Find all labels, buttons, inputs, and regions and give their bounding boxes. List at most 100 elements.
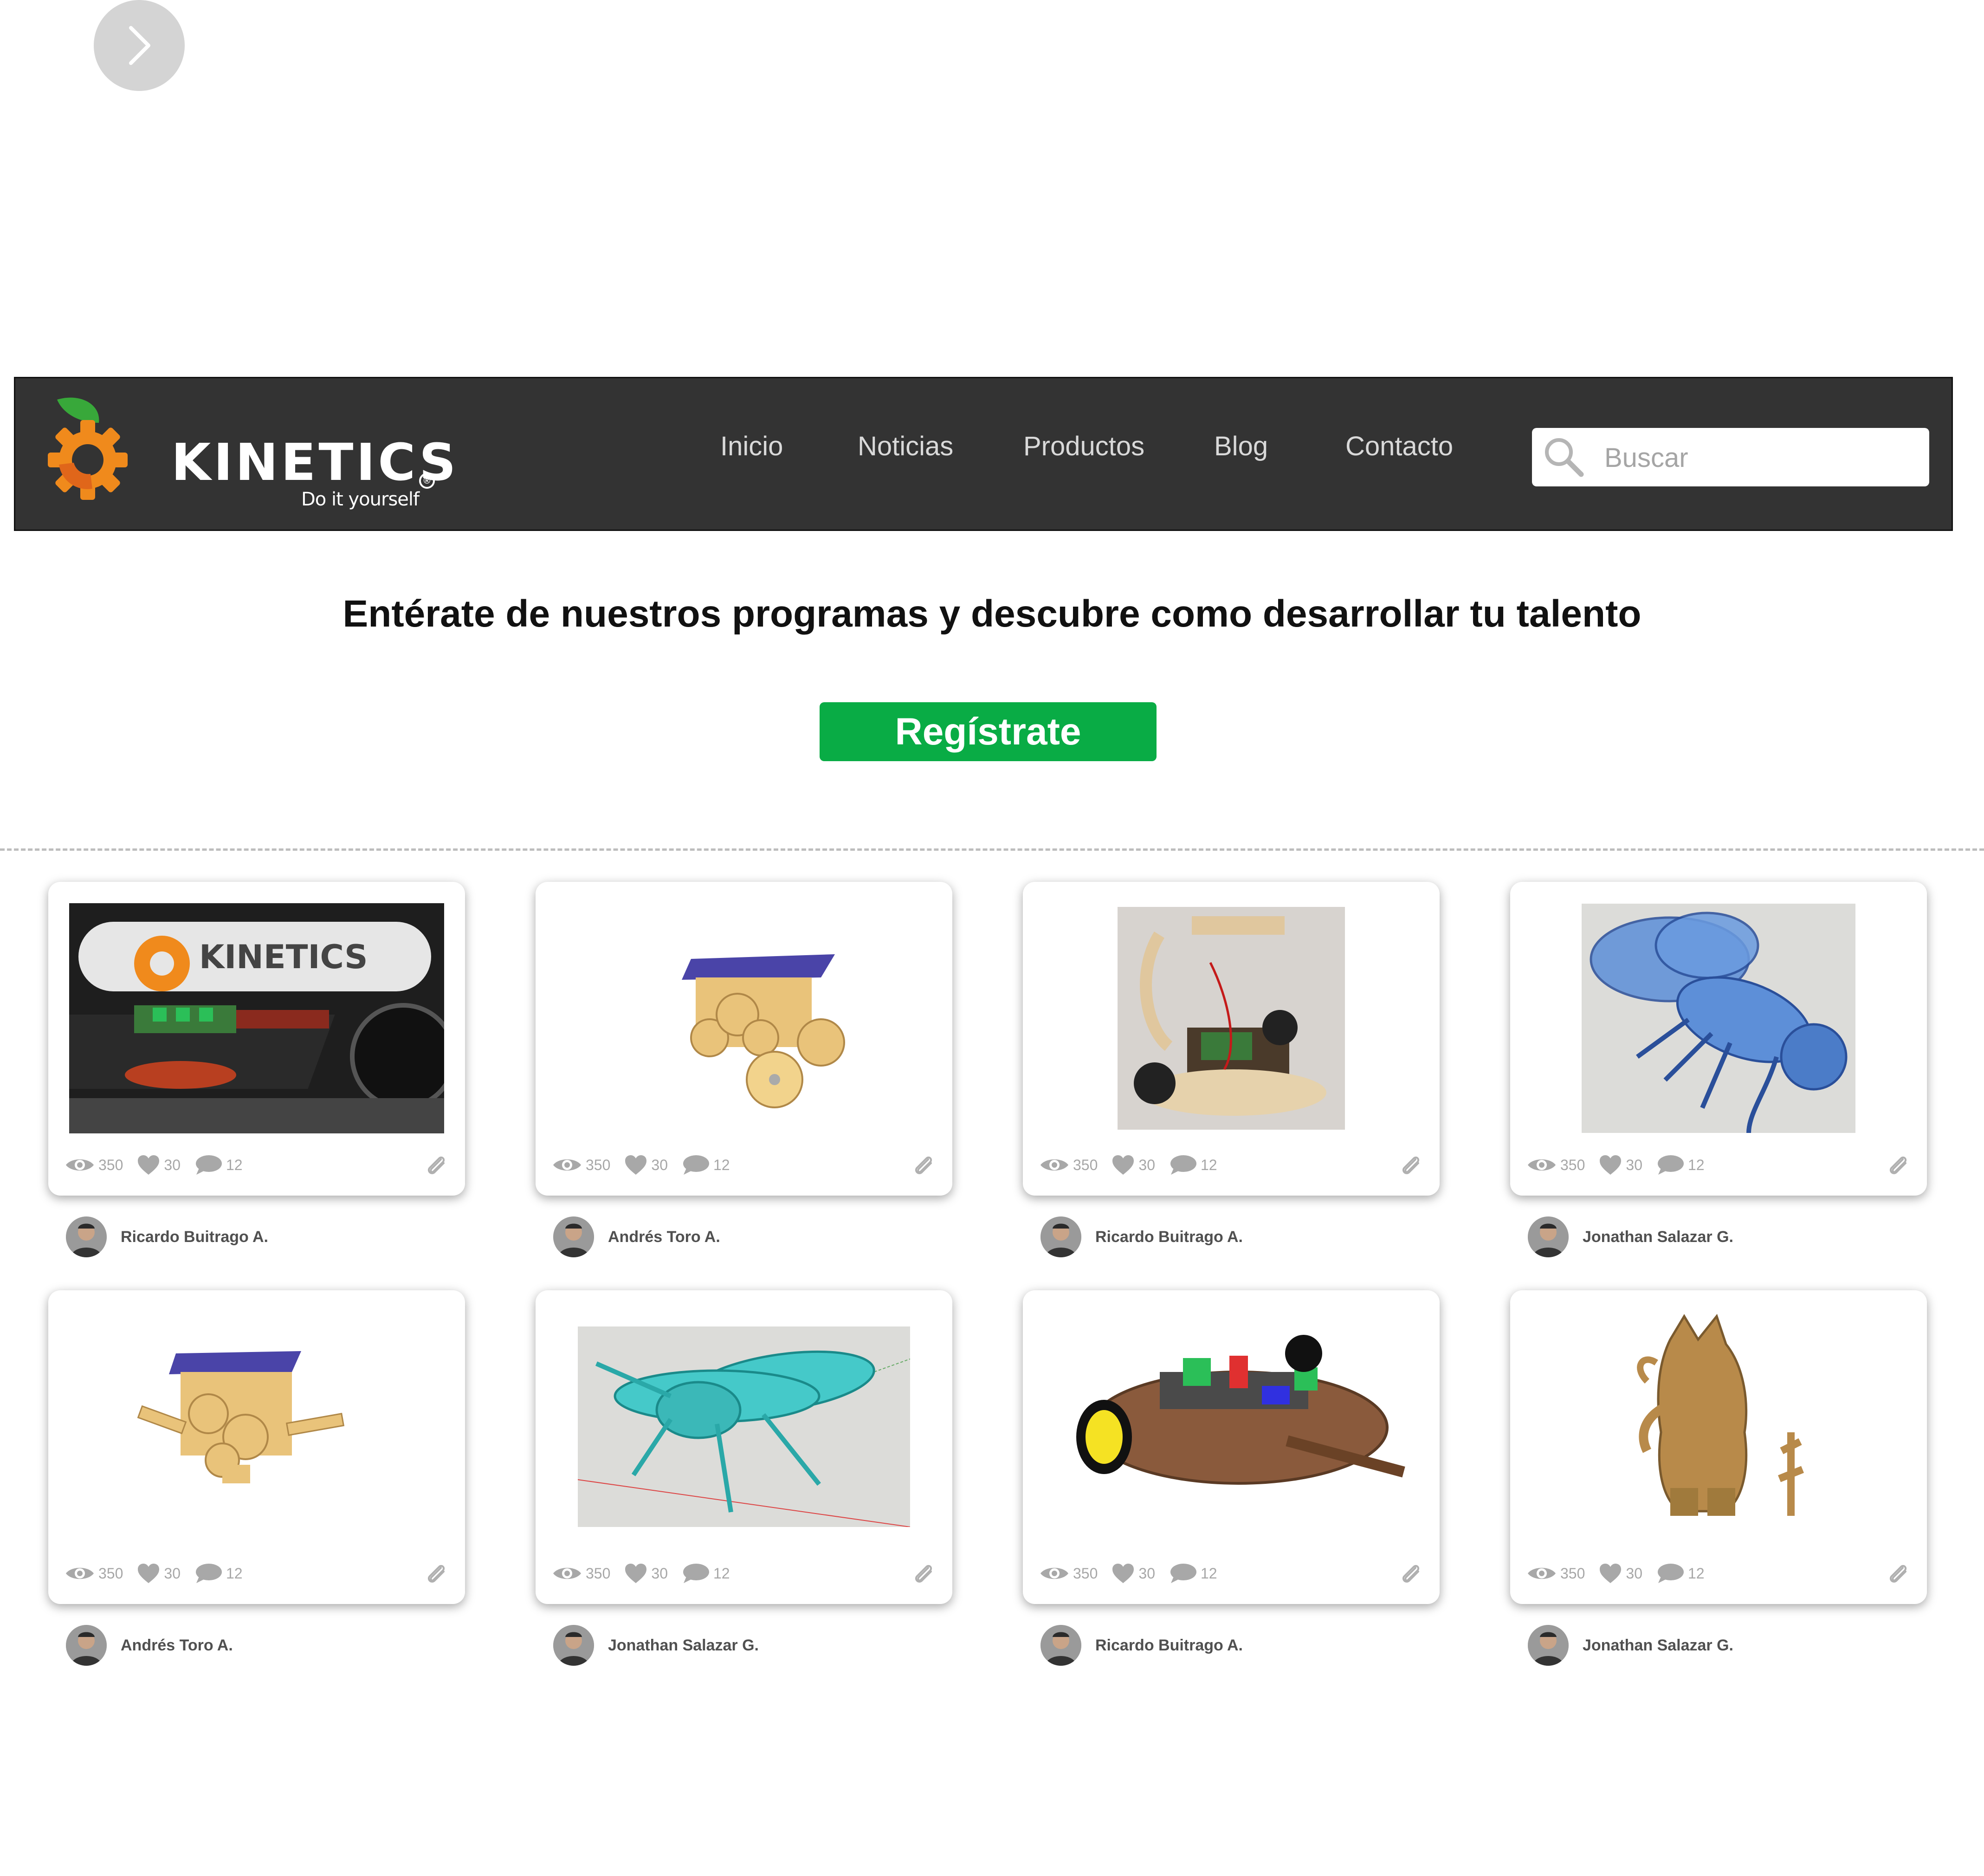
avatar[interactable] — [66, 1216, 107, 1257]
views-count: 350 — [1560, 1156, 1585, 1173]
views-count: 350 — [1073, 1565, 1098, 1582]
avatar[interactable] — [1040, 1625, 1081, 1666]
search-icon — [1545, 438, 1584, 477]
comment-icon — [194, 1563, 222, 1584]
project-thumbnail[interactable] — [554, 902, 934, 1134]
project-card[interactable]: 350 30 12 — [536, 882, 952, 1196]
author-name[interactable]: Jonathan Salazar G. — [608, 1637, 759, 1655]
author-name[interactable]: Ricardo Buitrago A. — [1095, 1228, 1243, 1246]
likes-stat[interactable]: 30 — [1599, 1563, 1642, 1584]
comments-stat[interactable]: 12 — [1169, 1154, 1217, 1176]
comments-stat[interactable]: 12 — [1169, 1563, 1217, 1584]
project-card[interactable]: 350 30 12 — [536, 1290, 952, 1604]
comment-icon — [682, 1154, 710, 1176]
comments-stat[interactable]: 12 — [682, 1563, 730, 1584]
paperclip-icon[interactable] — [425, 1154, 448, 1177]
likes-stat[interactable]: 30 — [1599, 1154, 1642, 1176]
heart-icon — [137, 1563, 160, 1584]
paperclip-icon[interactable] — [1400, 1154, 1423, 1177]
project-author[interactable]: Jonathan Salazar G. — [1528, 1215, 1733, 1259]
paperclip-icon[interactable] — [1400, 1562, 1423, 1585]
project-thumbnail[interactable] — [1041, 902, 1421, 1134]
comments-count: 12 — [1687, 1156, 1705, 1173]
project-stats: 350 30 12 — [552, 1559, 936, 1587]
paperclip-icon[interactable] — [912, 1562, 936, 1585]
project-card[interactable]: 350 30 12 — [1023, 882, 1440, 1196]
views-count: 350 — [1560, 1565, 1585, 1582]
avatar[interactable] — [66, 1625, 107, 1666]
project-thumbnail[interactable] — [67, 1311, 446, 1543]
nav-item-productos[interactable]: Productos — [1023, 433, 1144, 460]
kinetics-logo[interactable]: KINETICS ® Do it yourself — [48, 390, 456, 520]
comments-count: 12 — [226, 1565, 243, 1582]
project-thumbnail[interactable]: KINETICS — [67, 902, 446, 1134]
comments-stat[interactable]: 12 — [1656, 1563, 1705, 1584]
project-card[interactable]: KINETICS 350 30 12 — [48, 882, 465, 1196]
registered-mark: ® — [419, 473, 435, 489]
comments-count: 12 — [713, 1565, 730, 1582]
comments-stat[interactable]: 12 — [194, 1563, 243, 1584]
nav-item-contacto[interactable]: Contacto — [1345, 433, 1453, 460]
eye-icon — [1527, 1156, 1557, 1174]
author-name[interactable]: Andrés Toro A. — [608, 1228, 720, 1246]
eye-icon — [552, 1156, 582, 1174]
likes-stat[interactable]: 30 — [624, 1154, 668, 1176]
avatar[interactable] — [1528, 1216, 1569, 1257]
paperclip-icon[interactable] — [912, 1154, 936, 1177]
avatar[interactable] — [553, 1625, 594, 1666]
comments-count: 12 — [1687, 1565, 1705, 1582]
views-count: 350 — [1073, 1156, 1098, 1173]
avatar[interactable] — [1528, 1625, 1569, 1666]
comments-stat[interactable]: 12 — [1656, 1154, 1705, 1176]
paperclip-icon[interactable] — [1887, 1154, 1910, 1177]
author-name[interactable]: Ricardo Buitrago A. — [1095, 1637, 1243, 1655]
author-name[interactable]: Jonathan Salazar G. — [1583, 1637, 1733, 1655]
project-author[interactable]: Ricardo Buitrago A. — [66, 1215, 268, 1259]
project-thumbnail[interactable] — [1529, 902, 1908, 1134]
project-thumbnail[interactable] — [554, 1311, 934, 1543]
nav-item-blog[interactable]: Blog — [1214, 433, 1268, 460]
project-author[interactable]: Jonathan Salazar G. — [1528, 1624, 1733, 1667]
paperclip-icon[interactable] — [425, 1562, 448, 1585]
avatar[interactable] — [553, 1216, 594, 1257]
likes-stat[interactable]: 30 — [1112, 1154, 1155, 1176]
project-author[interactable]: Andrés Toro A. — [66, 1624, 233, 1667]
author-name[interactable]: Ricardo Buitrago A. — [121, 1228, 268, 1246]
comments-stat[interactable]: 12 — [682, 1154, 730, 1176]
likes-stat[interactable]: 30 — [137, 1563, 181, 1584]
views-stat: 350 — [1040, 1156, 1098, 1174]
search-input[interactable] — [1603, 437, 1921, 478]
project-card[interactable]: 350 30 12 — [1510, 1290, 1927, 1604]
register-button[interactable]: Regístrate — [820, 702, 1157, 761]
comments-count: 12 — [1200, 1565, 1217, 1582]
project-thumbnail[interactable] — [1529, 1311, 1908, 1543]
project-card[interactable]: 350 30 12 — [1023, 1290, 1440, 1604]
nav-item-noticias[interactable]: Noticias — [858, 433, 953, 460]
project-card[interactable]: 350 30 12 — [48, 1290, 465, 1604]
comments-count: 12 — [226, 1156, 243, 1173]
heart-icon — [1599, 1154, 1622, 1176]
project-card[interactable]: 350 30 12 — [1510, 882, 1927, 1196]
project-author[interactable]: Ricardo Buitrago A. — [1040, 1215, 1243, 1259]
eye-icon — [1040, 1564, 1069, 1583]
project-author[interactable]: Ricardo Buitrago A. — [1040, 1624, 1243, 1667]
eye-icon — [1040, 1156, 1069, 1174]
comments-stat[interactable]: 12 — [194, 1154, 243, 1176]
project-stats: 350 30 12 — [65, 1151, 448, 1179]
likes-stat[interactable]: 30 — [137, 1154, 181, 1176]
author-name[interactable]: Andrés Toro A. — [121, 1637, 233, 1655]
nav-item-inicio[interactable]: Inicio — [720, 433, 783, 460]
paperclip-icon[interactable] — [1887, 1562, 1910, 1585]
likes-count: 30 — [1138, 1156, 1155, 1173]
project-author[interactable]: Jonathan Salazar G. — [553, 1624, 759, 1667]
project-author[interactable]: Andrés Toro A. — [553, 1215, 720, 1259]
avatar[interactable] — [1040, 1216, 1081, 1257]
search-box[interactable] — [1532, 428, 1929, 486]
author-name[interactable]: Jonathan Salazar G. — [1583, 1228, 1733, 1246]
likes-count: 30 — [1626, 1156, 1642, 1173]
next-arrow-button[interactable] — [94, 0, 185, 91]
heart-icon — [624, 1154, 647, 1176]
project-thumbnail[interactable] — [1041, 1311, 1421, 1543]
likes-stat[interactable]: 30 — [624, 1563, 668, 1584]
likes-stat[interactable]: 30 — [1112, 1563, 1155, 1584]
